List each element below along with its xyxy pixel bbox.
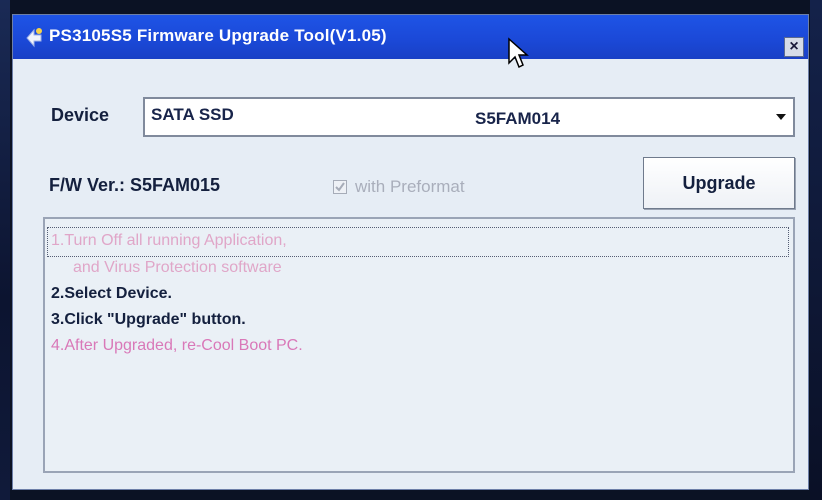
instructions-list: 1.Turn Off all running Application, and … xyxy=(43,217,795,473)
device-name: SATA SSD xyxy=(151,105,234,124)
list-item: and Virus Protection software xyxy=(73,259,282,276)
list-item: 2.Select Device. xyxy=(51,285,172,302)
upgrade-button[interactable]: Upgrade xyxy=(643,157,795,209)
app-icon xyxy=(23,26,45,50)
device-label: Device xyxy=(51,105,110,125)
device-dropdown[interactable]: SATA SSD S5FAM014 xyxy=(143,97,795,137)
desktop-background-right xyxy=(810,0,822,500)
chevron-down-icon[interactable] xyxy=(771,101,791,133)
list-item: 3.Click "Upgrade" button. xyxy=(51,311,246,328)
mouse-cursor-icon xyxy=(507,37,531,71)
device-firmware: S5FAM014 xyxy=(475,109,561,128)
list-item: 1.Turn Off all running Application, xyxy=(51,232,287,249)
title-bar[interactable]: PS3105S5 Firmware Upgrade Tool(V1.05) × xyxy=(13,15,808,59)
list-item: 4.After Upgraded, re-Cool Boot PC. xyxy=(51,337,303,354)
close-button[interactable]: × xyxy=(784,37,804,57)
firmware-upgrade-window: PS3105S5 Firmware Upgrade Tool(V1.05) × … xyxy=(12,14,809,490)
desktop-background xyxy=(0,0,10,500)
preformat-label: with Preformat xyxy=(355,177,465,196)
preformat-option[interactable]: with Preformat xyxy=(333,175,465,199)
dialog-body: Device SATA SSD S5FAM014 F/W Ver.: S5FAM… xyxy=(13,59,808,489)
window-title: PS3105S5 Firmware Upgrade Tool(V1.05) xyxy=(49,26,387,45)
firmware-version-label: F/W Ver.: S5FAM015 xyxy=(49,175,221,195)
preformat-checkbox[interactable] xyxy=(333,180,347,194)
